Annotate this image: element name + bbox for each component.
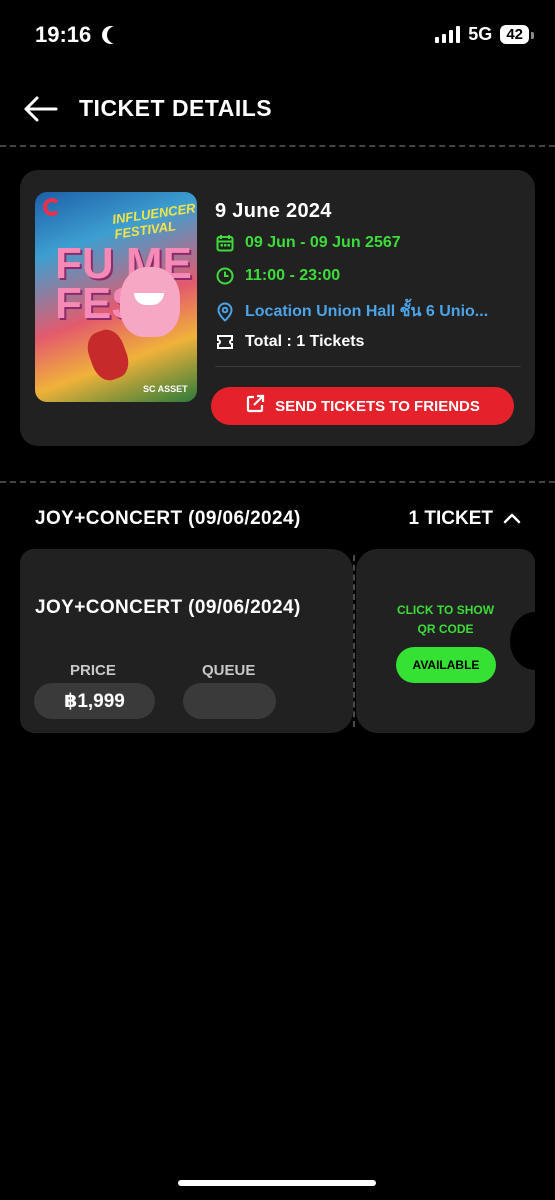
ticket-perforation bbox=[353, 555, 355, 727]
moon-icon bbox=[107, 26, 125, 44]
status-right: 5G 42 bbox=[435, 24, 534, 45]
qr-text-line2: QR CODE bbox=[417, 622, 474, 636]
battery-icon: 42 bbox=[500, 25, 534, 44]
status-time: 19:16 bbox=[35, 22, 125, 48]
chevron-up-icon bbox=[503, 508, 521, 530]
ticket-icon bbox=[215, 332, 235, 352]
calendar-icon bbox=[215, 233, 235, 253]
ticket-count-label: 1 TICKET bbox=[408, 508, 493, 529]
queue-label: QUEUE bbox=[202, 662, 256, 679]
time-row: 11:00 - 23:00 bbox=[215, 266, 340, 286]
price-label: PRICE bbox=[70, 662, 116, 679]
network-label: 5G bbox=[468, 24, 493, 44]
send-tickets-button[interactable]: SEND TICKETS TO FRIENDS bbox=[211, 387, 514, 425]
status-bar: 19:16 5G 42 bbox=[0, 0, 555, 70]
home-indicator[interactable] bbox=[178, 1180, 376, 1186]
location-pin-icon bbox=[215, 301, 235, 322]
ticket-count[interactable]: 1 TICKET bbox=[409, 508, 521, 530]
poster-guitar bbox=[82, 325, 134, 385]
poster-mascot bbox=[120, 267, 180, 337]
ticket-notch bbox=[510, 612, 555, 670]
status-time-text: 19:16 bbox=[35, 22, 92, 47]
total-tickets: Total : 1 Tickets bbox=[245, 333, 365, 350]
ticket-section-title: JOY+CONCERT (09/06/2024) bbox=[35, 508, 301, 529]
qr-text-line1: CLICK TO SHOW bbox=[396, 603, 495, 617]
send-tickets-label: SEND TICKETS TO FRIENDS bbox=[275, 397, 480, 415]
divider bbox=[0, 145, 555, 147]
card-separator bbox=[215, 366, 521, 367]
poster-title: INFLUENCER FESTIVAL bbox=[111, 200, 197, 242]
clock-icon bbox=[215, 266, 235, 286]
arrow-left-icon[interactable] bbox=[22, 94, 58, 124]
page-title: TICKET DETAILS bbox=[79, 95, 273, 121]
ticket-card: JOY+CONCERT (09/06/2024) PRICE ฿1,999 QU… bbox=[20, 549, 353, 733]
location-row[interactable]: Location Union Hall ชั้น 6 Unio... bbox=[215, 299, 488, 324]
external-link-icon bbox=[245, 394, 265, 418]
ticket-stub[interactable]: CLICK TO SHOW QR CODE AVAILABLE bbox=[356, 549, 535, 733]
header: TICKET DETAILS bbox=[0, 90, 555, 130]
signal-icon bbox=[435, 26, 461, 43]
total-row: Total : 1 Tickets bbox=[215, 332, 364, 352]
divider bbox=[0, 481, 555, 483]
price-value: ฿1,999 bbox=[34, 683, 155, 719]
available-badge[interactable]: AVAILABLE bbox=[396, 647, 496, 683]
event-date: 9 June 2024 bbox=[215, 200, 332, 222]
location-text: Location Union Hall ชั้น 6 Unio... bbox=[245, 303, 489, 320]
date-range: 09 Jun - 09 Jun 2567 bbox=[245, 234, 401, 251]
ticket-name: JOY+CONCERT (09/06/2024) bbox=[35, 597, 301, 618]
date-range-row: 09 Jun - 09 Jun 2567 bbox=[215, 233, 401, 253]
show-qr-code-link[interactable]: CLICK TO SHOW QR CODE bbox=[356, 601, 535, 639]
poster-footer: SC ASSET bbox=[143, 384, 188, 394]
poster-logo-icon bbox=[43, 198, 61, 216]
event-poster[interactable]: INFLUENCER FESTIVAL FU ME FEST SC ASSET bbox=[35, 192, 197, 402]
queue-value bbox=[183, 683, 276, 719]
time-range: 11:00 - 23:00 bbox=[245, 267, 341, 284]
event-card: INFLUENCER FESTIVAL FU ME FEST SC ASSET … bbox=[20, 170, 535, 446]
ticket-section-header[interactable]: JOY+CONCERT (09/06/2024) 1 TICKET bbox=[0, 505, 555, 535]
